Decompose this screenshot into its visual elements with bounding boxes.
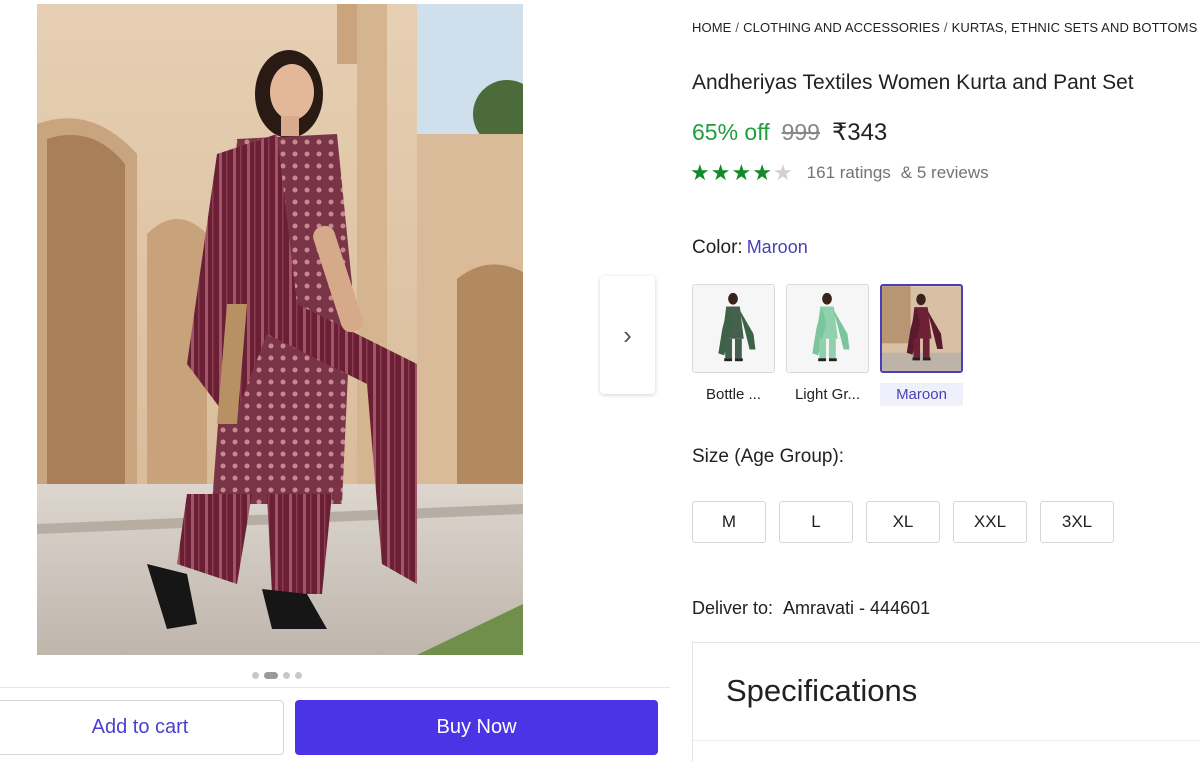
size-option-m[interactable]: M [692,501,766,543]
breadcrumb-separator: / [735,20,740,35]
carousel-dot-active[interactable] [264,671,278,679]
selling-price: ₹343 [831,119,888,146]
swatch-thumbnail [786,284,869,373]
swatch-thumbnail [880,284,963,373]
color-heading: Color: Maroon [692,237,808,259]
star-filled-icon: ★ [731,160,752,185]
deliver-location: Amravati - 444601 [783,598,931,618]
star-filled-icon: ★ [752,160,772,185]
reviews-count: & 5 reviews [900,163,989,182]
swatch-label: Light Gr... [794,386,861,403]
delivery-row[interactable]: Deliver to: Amravati - 444601 [692,598,930,619]
discount-label: 65% off [692,119,770,145]
chevron-right-icon: › [623,319,632,350]
swatch-label: Bottle ... [705,386,762,403]
size-heading: Size (Age Group): [692,446,845,467]
product-page: › Add to cart Buy Now HOME / CLOTHING AND … [0,0,1200,762]
swatch-figure [787,285,868,372]
size-option-l[interactable]: L [779,501,853,543]
mrp-price: 999 [781,119,820,145]
swatch-thumbnail [692,284,775,373]
rating-stars: ★ ★ ★ ★ ★ [690,162,793,184]
next-image-button[interactable]: › [600,276,655,394]
breadcrumb-category[interactable]: CLOTHING AND ACCESSORIES [743,20,940,35]
product-title: Andheriyas Textiles Women Kurta and Pant… [692,71,1134,94]
star-empty-icon: ★ [772,160,793,185]
price-row: 65% off 999 ₹343 [692,118,887,147]
ratings-count: 161 ratings [806,163,891,182]
specifications-title: Specifications [726,673,918,708]
swatch-label: Maroon [880,383,963,406]
size-option-xxl[interactable]: XXL [953,501,1027,543]
breadcrumb: HOME / CLOTHING AND ACCESSORIES / KURTAS, ET… [692,20,1200,35]
breadcrumb-home[interactable]: HOME [692,20,731,35]
size-options: M L XL XXL 3XL [692,501,1114,543]
buy-now-button[interactable]: Buy Now [295,700,658,755]
breadcrumb-subcategory[interactable]: KURTAS, ETHNIC SETS AND BOTTOMS [952,20,1198,35]
rating-row[interactable]: ★ ★ ★ ★ ★ 161 ratings & 5 reviews [690,162,989,184]
carousel-dot[interactable] [295,671,302,679]
add-to-cart-button[interactable]: Add to cart [0,700,284,755]
product-photo [37,4,523,655]
size-option-3xl[interactable]: 3XL [1040,501,1114,543]
action-bar: Add to cart Buy Now [0,687,670,762]
color-label: Color: [692,237,743,258]
carousel-dots [252,670,302,680]
star-filled-icon: ★ [690,160,710,185]
product-image[interactable] [37,4,523,655]
divider [693,740,1200,741]
carousel-dot[interactable] [283,671,290,679]
color-swatches: Bottle ... Light Gr... Maroon [692,284,963,406]
color-swatch-light-green[interactable]: Light Gr... [786,284,869,406]
star-filled-icon: ★ [710,160,731,185]
breadcrumb-separator: / [943,20,948,35]
selected-color: Maroon [746,237,808,257]
color-swatch-maroon[interactable]: Maroon [880,284,963,406]
swatch-figure [882,286,961,371]
color-swatch-bottle-green[interactable]: Bottle ... [692,284,775,406]
deliver-label: Deliver to: [692,598,774,618]
swatch-figure [693,285,774,372]
specifications-section: Specifications [692,642,1200,762]
size-option-xl[interactable]: XL [866,501,940,543]
carousel-dot[interactable] [252,671,259,679]
